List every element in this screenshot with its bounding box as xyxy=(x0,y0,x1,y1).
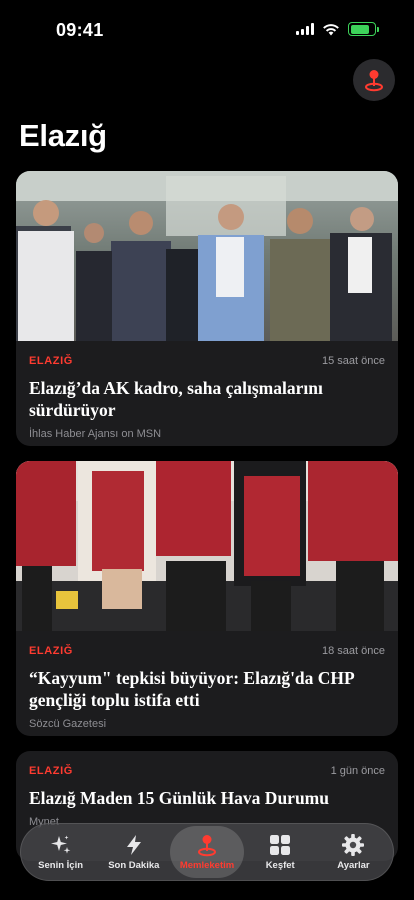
article-card[interactable]: ELAZIĞ 15 saat önce Elazığ’da AK kadro, … xyxy=(16,171,398,446)
article-title[interactable]: Elazığ Maden 15 Günlük Hava Durumu xyxy=(29,787,385,809)
tab-ayarlar[interactable]: Ayarlar xyxy=(317,826,390,878)
tab-label: Son Dakika xyxy=(108,860,160,871)
status-time: 09:41 xyxy=(56,20,104,40)
location-pin-icon xyxy=(365,70,383,92)
status-bar: 09:41 xyxy=(0,0,414,58)
tab-memleketim[interactable]: Memleketim xyxy=(170,826,244,878)
article-card[interactable]: ELAZIĞ 18 saat önce “Kayyum" tepkisi büy… xyxy=(16,461,398,736)
article-body: ELAZIĞ 18 saat önce “Kayyum" tepkisi büy… xyxy=(16,631,398,736)
tab-label: Ayarlar xyxy=(337,860,370,871)
wifi-icon xyxy=(323,23,339,35)
article-category[interactable]: ELAZIĞ xyxy=(29,355,73,367)
battery-icon xyxy=(348,22,379,36)
article-meta: ELAZIĞ 1 gün önce xyxy=(29,764,385,778)
article-time: 15 saat önce xyxy=(322,355,385,367)
tab-kesfet[interactable]: Keşfet xyxy=(244,826,317,878)
tab-bar: Senin İçin Son Dakika Memleketim Keşfet … xyxy=(20,823,394,881)
article-title[interactable]: Elazığ’da AK kadro, saha çalışmalarını s… xyxy=(29,377,385,421)
article-meta: ELAZIĞ 18 saat önce xyxy=(29,644,385,658)
article-time: 18 saat önce xyxy=(322,645,385,657)
gear-icon xyxy=(342,834,365,856)
article-body: ELAZIĞ 15 saat önce Elazığ’da AK kadro, … xyxy=(16,341,398,446)
article-meta: ELAZIĞ 15 saat önce xyxy=(29,354,385,368)
article-title[interactable]: “Kayyum" tepkisi büyüyor: Elazığ'da CHP … xyxy=(29,667,385,711)
tab-label: Memleketim xyxy=(179,860,235,871)
article-time: 1 gün önce xyxy=(330,765,385,777)
grid-icon xyxy=(270,835,291,855)
cellular-signal-icon xyxy=(296,23,314,35)
page-title: Elazığ xyxy=(19,118,107,153)
tab-senin-icin[interactable]: Senin İçin xyxy=(24,826,97,878)
tab-label: Keşfet xyxy=(265,860,295,871)
article-image xyxy=(16,461,398,631)
tab-label: Senin İçin xyxy=(38,860,84,871)
lightning-icon xyxy=(126,835,141,855)
article-source: Sözcü Gazetesi xyxy=(29,718,107,730)
location-pin-icon xyxy=(198,835,216,857)
sparkle-icon xyxy=(50,835,70,854)
status-icons xyxy=(296,22,379,36)
article-category[interactable]: ELAZIĞ xyxy=(29,765,73,777)
article-source: İhlas Haber Ajansı on MSN xyxy=(29,428,162,440)
location-button[interactable] xyxy=(353,59,395,101)
article-category[interactable]: ELAZIĞ xyxy=(29,645,73,657)
article-image xyxy=(16,171,398,341)
battery-fill xyxy=(350,24,369,34)
tab-son-dakika[interactable]: Son Dakika xyxy=(97,826,170,878)
